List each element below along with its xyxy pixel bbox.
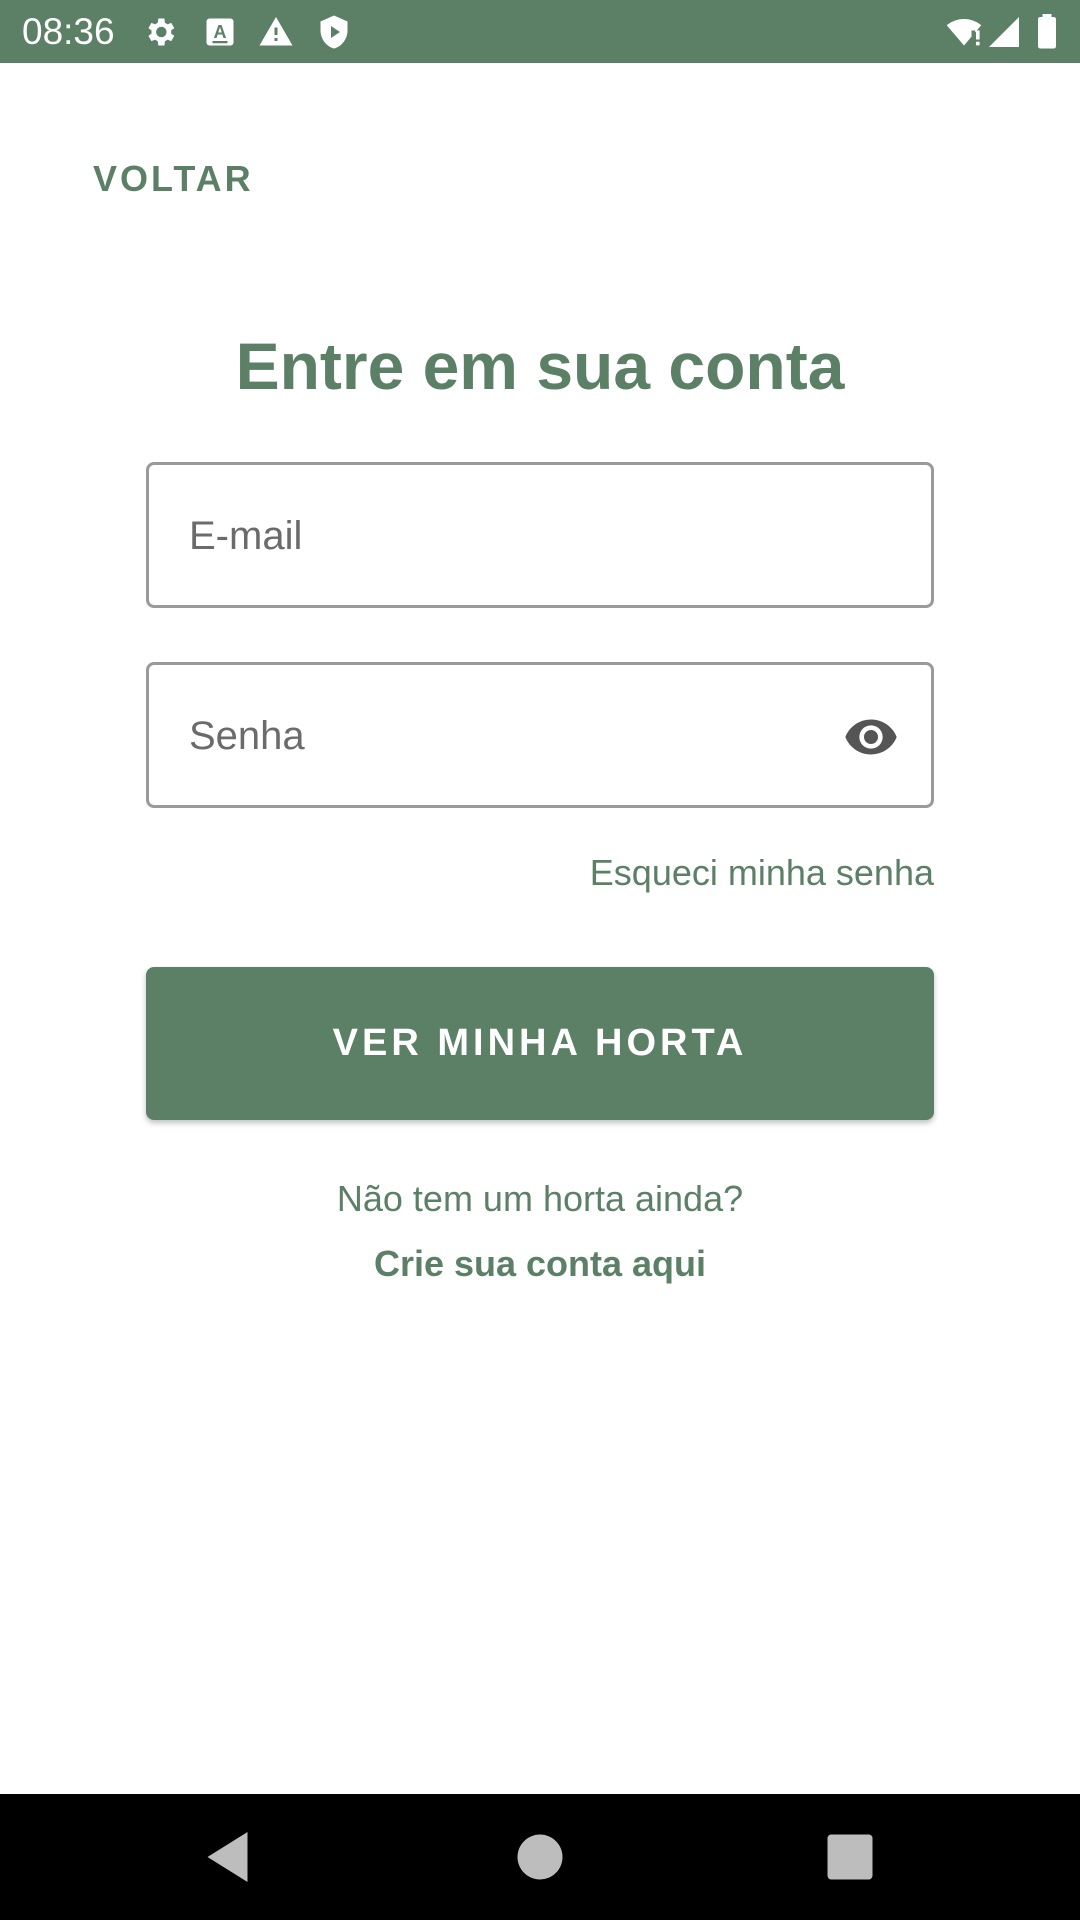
page-title: Entre em sua conta	[235, 329, 845, 403]
keyboard-a-icon: A	[202, 14, 238, 50]
signup-prompt-text: Não tem um horta ainda?	[336, 1178, 744, 1219]
home-circle-icon[interactable]	[510, 1827, 570, 1887]
status-time: 08:36	[22, 11, 115, 52]
status-bar: 08:36 A	[0, 0, 1080, 63]
visibility-eye-icon[interactable]	[841, 709, 901, 765]
login-screen: 08:36 A VOLTAR Entre em sua conta E-mail…	[0, 0, 1080, 1920]
create-account-link[interactable]: Crie sua conta aqui	[0, 1243, 1080, 1285]
password-input[interactable]	[187, 665, 831, 807]
navigation-bar	[0, 1794, 1080, 1920]
forgot-password-link[interactable]: Esqueci minha senha	[590, 852, 934, 894]
wifi-alert-icon	[944, 14, 984, 50]
back-button[interactable]: VOLTAR	[93, 158, 254, 200]
warning-icon	[258, 14, 294, 50]
email-input[interactable]	[187, 465, 831, 607]
back-triangle-icon[interactable]	[200, 1827, 260, 1887]
battery-icon	[1034, 14, 1060, 50]
signal-icon	[986, 14, 1022, 50]
svg-text:A: A	[214, 22, 227, 42]
gear-icon	[142, 14, 178, 50]
email-field[interactable]	[146, 462, 934, 608]
see-my-garden-button[interactable]: VER MINHA HORTA	[146, 967, 934, 1120]
password-field[interactable]	[146, 662, 934, 808]
recents-square-icon[interactable]	[820, 1827, 880, 1887]
shield-play-icon	[316, 14, 352, 50]
